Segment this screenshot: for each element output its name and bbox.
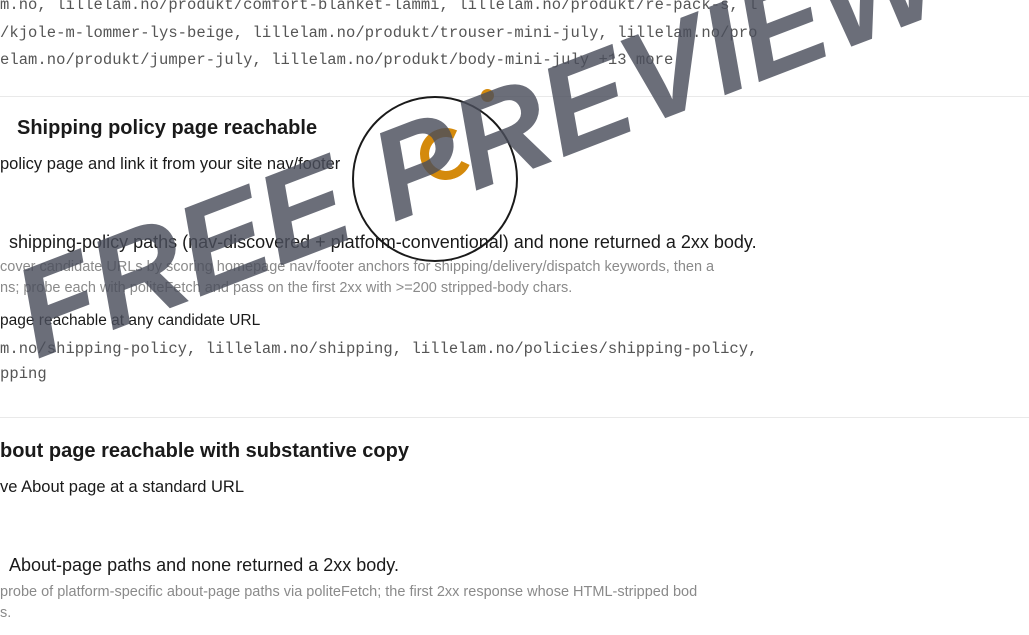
logo-ring	[352, 96, 518, 262]
check-title-about: bout page reachable with substantive cop…	[0, 440, 409, 462]
affected-urls-line-3: elam.no/produkt/jumper-july, lillelam.no…	[0, 51, 674, 69]
candidate-urls-line-2: pping	[0, 365, 47, 383]
candidate-urls-line-1: m.no/shipping-policy, lillelam.no/shippi…	[0, 340, 758, 358]
recommendation-text-end: nav/footer	[266, 155, 341, 173]
affected-urls-line-1: m.no, lillelam.no/produkt/comfort-blanke…	[0, 0, 758, 14]
check-method-shipping-line-2: ns; probe each with politeFetch and pass…	[0, 280, 573, 296]
check-method-shipping-line-1: cover candidate URLs by scoring homepage…	[0, 259, 715, 275]
check-method-about-line-1: probe of platform-specific about-page pa…	[0, 584, 698, 600]
logo-dot	[481, 89, 494, 102]
affected-urls-line-2: /kjole-m-lommer-lys-beige, lillelam.no/p…	[0, 24, 758, 42]
check-missing-shipping: page reachable at any candidate URL	[0, 312, 261, 329]
check-recommendation-about: ve About page at a standard URL	[0, 478, 245, 496]
section-divider	[0, 417, 1029, 418]
recommendation-text: policy page and link it from your site	[0, 155, 263, 173]
check-result-about: About-page paths and none returned a 2xx…	[9, 555, 399, 575]
check-recommendation-shipping: policy page and link it from your site n…	[0, 155, 340, 174]
check-title-shipping: Shipping policy page reachable	[17, 117, 318, 139]
check-method-about-line-2: s.	[0, 605, 12, 621]
section-divider	[0, 96, 1029, 97]
